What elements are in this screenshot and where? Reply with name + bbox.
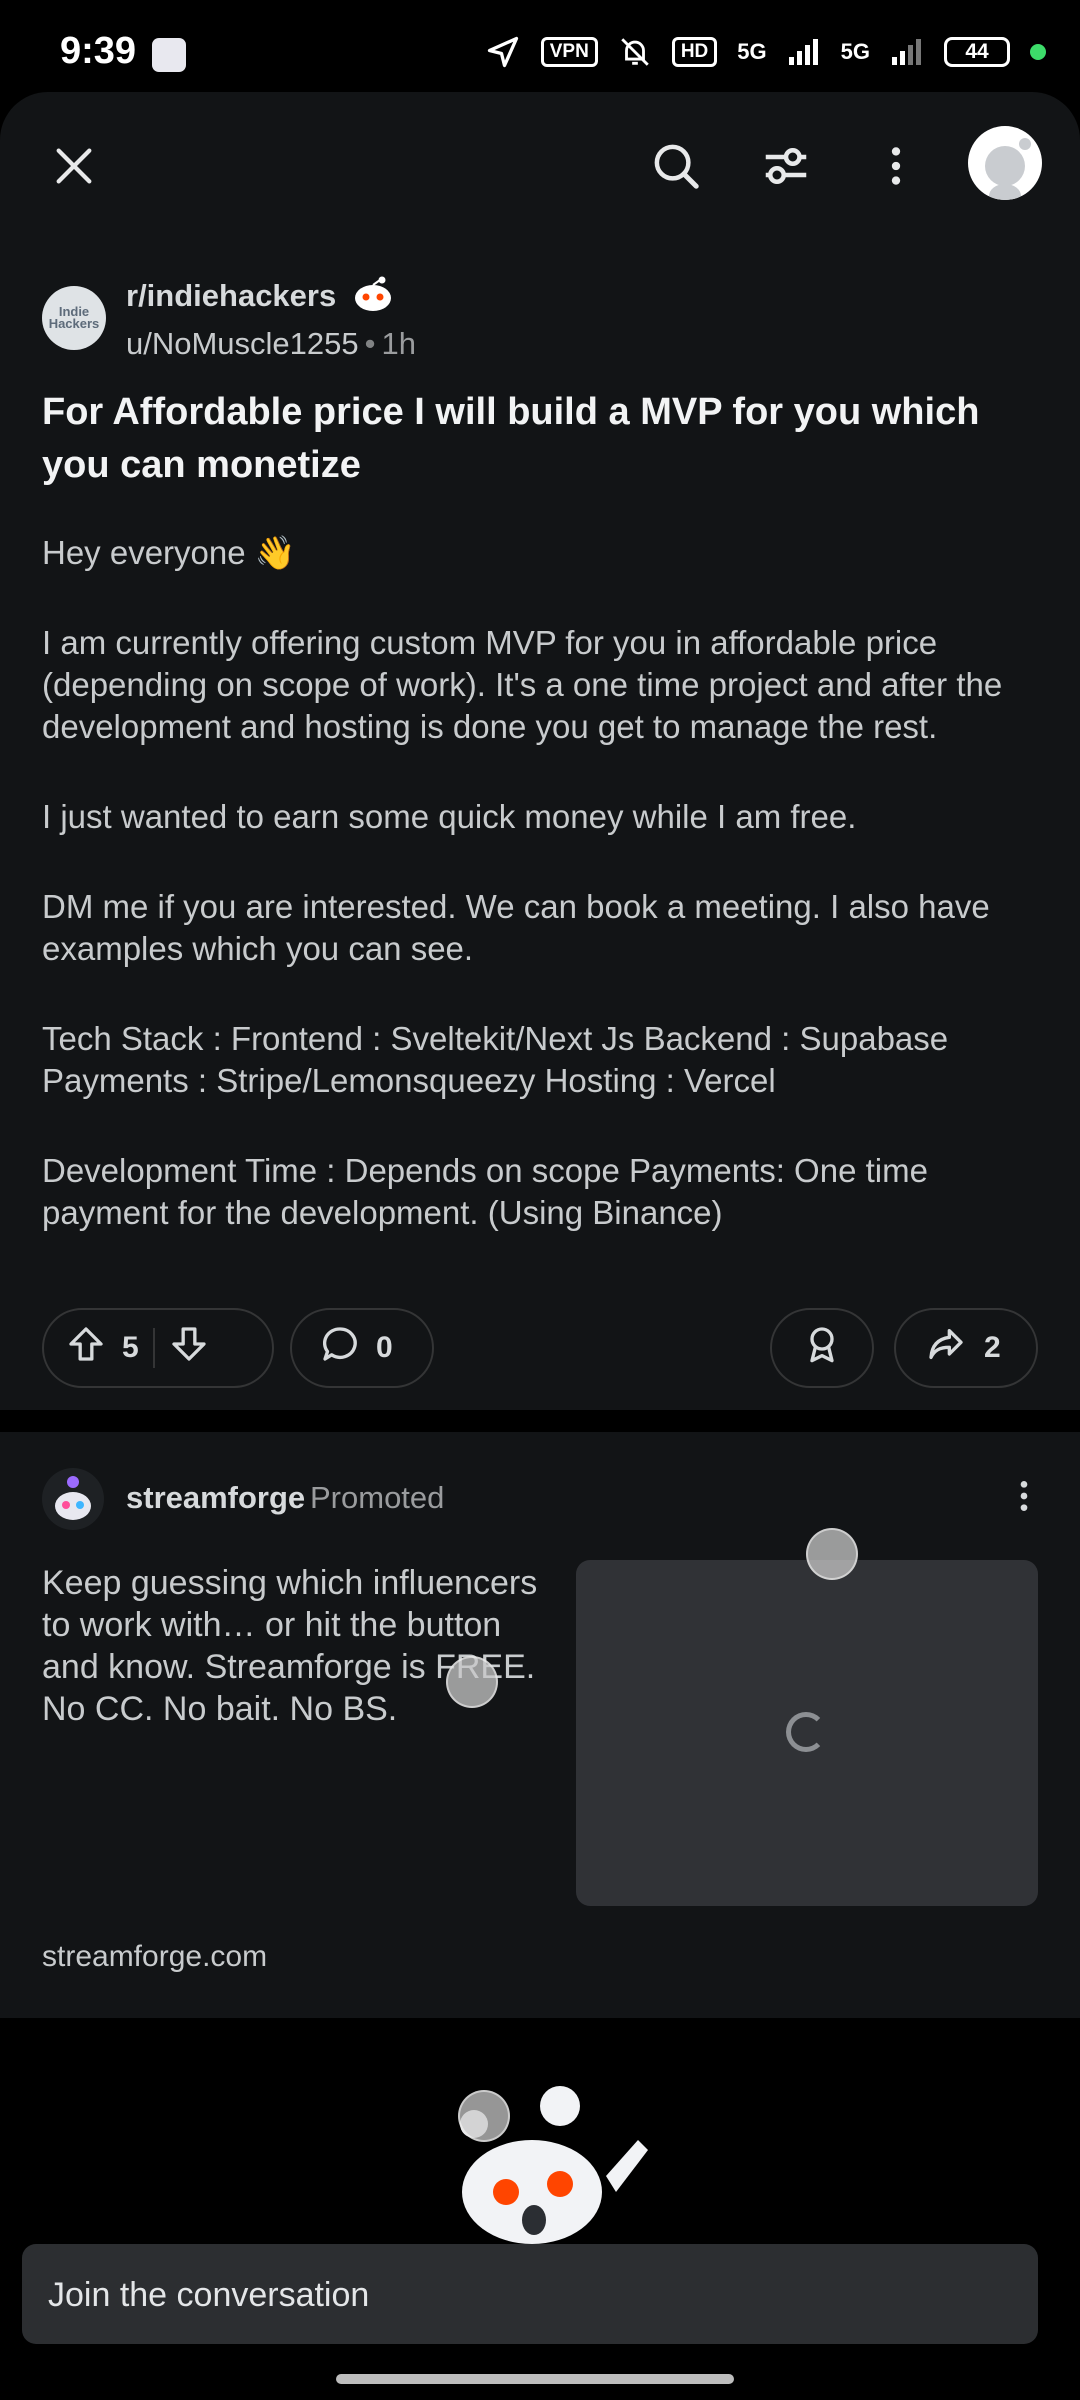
signal-icon — [788, 39, 818, 65]
search-icon[interactable] — [644, 134, 708, 198]
post-sheet: Indie Hackers r/indiehackers u/NoMuscle1… — [0, 92, 1080, 1410]
status-icons: VPN HD 5G 5G 44 — [485, 32, 1046, 72]
network-5g-label: 5G — [737, 39, 767, 64]
downvote-icon[interactable] — [169, 1324, 209, 1372]
status-time: 9:39 — [60, 30, 137, 72]
post-body-paragraph: Tech Stack : Frontend : Sveltekit/Next J… — [42, 1020, 949, 1099]
comment-count: 0 — [376, 1331, 393, 1364]
post-body-paragraph: Development Time : Depends on scope Paym… — [42, 1152, 928, 1231]
promoted-label: Promoted — [310, 1480, 445, 1515]
snoo-badge-icon — [355, 276, 391, 311]
more-vertical-icon[interactable] — [1000, 1472, 1048, 1520]
bell-muted-icon — [621, 38, 649, 66]
loading-spinner-icon — [786, 1712, 826, 1752]
promoted-domain[interactable]: streamforge.com — [42, 1940, 267, 1974]
touch-indicator — [806, 1528, 858, 1580]
comment-button[interactable]: 0 — [290, 1308, 434, 1388]
comment-composer-placeholder: Join the conversation — [48, 2276, 370, 2314]
post-author[interactable]: u/NoMuscle1255 — [126, 326, 359, 361]
post-body-paragraph: Hey everyone 👋 — [42, 534, 296, 571]
award-button[interactable] — [770, 1308, 874, 1388]
post-meta: u/NoMuscle1255 • 1h — [126, 326, 416, 361]
share-count: 2 — [984, 1331, 1001, 1364]
status-bar: 9:39 VPN HD 5G 5G 44 — [0, 0, 1080, 92]
comment-icon — [320, 1324, 360, 1372]
promoted-media[interactable] — [576, 1560, 1038, 1906]
share-button[interactable]: 2 — [894, 1308, 1038, 1388]
location-icon — [487, 36, 518, 68]
filter-icon[interactable] — [754, 134, 818, 198]
subreddit-avatar[interactable]: Indie Hackers — [42, 286, 106, 350]
promoted-post[interactable]: streamforge Promoted Keep guessing which… — [0, 1432, 1080, 2018]
share-icon — [926, 1324, 966, 1372]
app-notification-icon — [152, 38, 186, 72]
more-vertical-icon[interactable] — [864, 134, 928, 198]
toolbar — [0, 92, 1080, 240]
post-actions: 5 0 2 — [42, 1308, 1038, 1390]
post-body-paragraph: I am currently offering custom MVP for y… — [42, 624, 1003, 745]
upvote-icon[interactable] — [66, 1324, 106, 1372]
vpn-icon: VPN — [540, 37, 598, 67]
vote-control: 5 — [42, 1308, 274, 1388]
comments-empty-state: Join the conversation — [0, 2018, 1080, 2400]
advertiser-avatar[interactable] — [42, 1468, 104, 1530]
signal-icon-2 — [892, 39, 921, 65]
advertiser-name[interactable]: streamforge — [126, 1480, 305, 1516]
comment-composer[interactable]: Join the conversation — [22, 2244, 1038, 2344]
section-divider — [0, 1410, 1080, 1432]
home-indicator[interactable] — [336, 2374, 734, 2384]
post-body: Hey everyone 👋 I am currently offering c… — [42, 532, 1042, 1282]
post-age: 1h — [381, 326, 416, 361]
privacy-indicator-icon — [1030, 44, 1046, 60]
close-icon[interactable] — [42, 134, 106, 198]
post-title: For Affordable price I will build a MVP … — [42, 391, 980, 486]
post-body-paragraph: I just wanted to earn some quick money w… — [42, 798, 857, 835]
touch-indicator — [446, 1656, 498, 1708]
snoo-mascot-icon — [460, 2086, 648, 2244]
touch-indicator — [458, 2090, 510, 2142]
hd-icon: HD — [671, 37, 718, 67]
battery-icon: 44 — [944, 37, 1010, 67]
network-5g-label-2: 5G — [840, 39, 870, 64]
vote-count: 5 — [122, 1331, 139, 1364]
award-icon — [802, 1324, 842, 1372]
user-avatar[interactable] — [968, 126, 1042, 200]
subreddit-name[interactable]: r/indiehackers — [126, 278, 336, 314]
post-body-paragraph: DM me if you are interested. We can book… — [42, 888, 990, 967]
